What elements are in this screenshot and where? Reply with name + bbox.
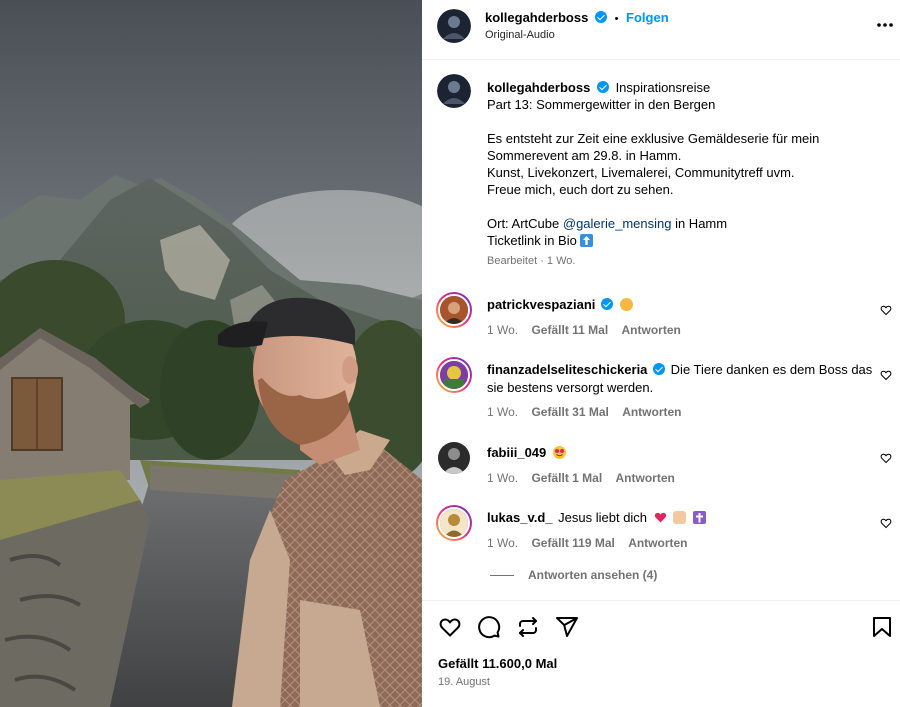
heart-eyes-emoji-icon — [552, 446, 566, 459]
comment-username[interactable]: fabiii_049 — [487, 445, 546, 460]
author-username[interactable]: kollegahderboss — [485, 10, 588, 25]
reply-button[interactable]: Antworten — [622, 323, 681, 337]
post-header: kollegahderboss • Folgen Original-Audio — [422, 0, 900, 60]
caption-line: Sommerevent am 29.8. in Hamm. — [487, 148, 682, 163]
verified-icon — [594, 11, 607, 23]
commenter-avatar[interactable] — [436, 505, 472, 541]
comment-item: fabiii_049 1 Wo. Gefällt 1 Mal Antworten — [422, 440, 900, 490]
comment-likes[interactable]: Gefällt 1 Mal — [531, 471, 602, 485]
caption-line: Ort: ArtCube — [487, 216, 563, 231]
caption-line: in Hamm — [671, 216, 728, 231]
caption-line: Part 13: Sommergewitter in den Bergen — [487, 97, 716, 112]
post-photo[interactable] — [0, 0, 422, 707]
comment-icon[interactable] — [477, 615, 501, 639]
comment-likes[interactable]: Gefällt 31 Mal — [531, 405, 608, 419]
caption-avatar[interactable] — [437, 74, 471, 108]
comment-username[interactable]: lukas_v.d_ — [487, 510, 553, 525]
caption-line: Es entsteht zur Zeit eine exklusive Gemä… — [487, 131, 820, 146]
comment-time: 1 Wo. — [487, 405, 519, 419]
caption-username[interactable]: kollegahderboss — [487, 80, 590, 95]
view-replies-line — [490, 575, 514, 576]
bookmark-icon[interactable] — [870, 615, 894, 639]
comment-time: 1 Wo. — [487, 323, 519, 337]
mention-link[interactable]: @galerie_mensing — [563, 216, 672, 231]
caption-line: Freue mich, euch dort zu sehen. — [487, 182, 674, 197]
comment-item: patrickvespaziani 1 Wo. Gefällt 11 Mal A… — [422, 292, 900, 342]
post-footer: Gefällt 11.600,0 Mal 19. August — [422, 600, 900, 707]
view-replies-label: Antworten ansehen (4) — [528, 568, 658, 582]
reply-button[interactable]: Antworten — [616, 471, 675, 485]
more-icon[interactable] — [876, 22, 894, 28]
comment-likes[interactable]: Gefällt 119 Mal — [531, 536, 614, 550]
commenter-avatar[interactable] — [436, 357, 472, 393]
share-icon[interactable] — [555, 615, 579, 639]
commenter-avatar[interactable] — [436, 292, 472, 328]
view-replies-button[interactable]: Antworten ansehen (4) — [490, 568, 657, 582]
comment-time: 1 Wo. — [487, 471, 519, 485]
caption-spacer — [487, 198, 887, 215]
repost-icon[interactable] — [516, 615, 540, 639]
post-panel: kollegahderboss • Folgen Original-Audio … — [422, 0, 900, 707]
likes-count[interactable]: Gefällt 11.600,0 Mal — [438, 656, 557, 671]
caption-spacer — [487, 113, 887, 130]
caption-line: Kunst, Livekonzert, Livemalerei, Communi… — [487, 165, 795, 180]
comment-like-heart-icon[interactable] — [880, 517, 892, 529]
comment-item: finanzadelseliteschickeria Die Tiere dan… — [422, 357, 900, 419]
comment-username[interactable]: finanzadelseliteschickeria — [487, 362, 647, 377]
comment-text: Jesus liebt dich — [558, 510, 648, 525]
heart-icon[interactable] — [438, 615, 462, 639]
caption-title: Inspirationsreise — [615, 80, 711, 95]
commenter-avatar[interactable] — [438, 442, 470, 474]
caption-line: Ticketlink in Bio — [487, 233, 577, 248]
follow-button[interactable]: Folgen — [626, 10, 669, 25]
comment-username[interactable]: patrickvespaziani — [487, 297, 595, 312]
audio-label[interactable]: Original-Audio — [485, 29, 555, 41]
author-avatar[interactable] — [437, 9, 471, 43]
verified-icon — [601, 298, 614, 310]
caption-edited: Bearbeitet · 1 Wo. — [487, 255, 576, 267]
post-image — [0, 0, 422, 707]
reply-button[interactable]: Antworten — [628, 536, 687, 550]
comment-item: lukas_v.d_ Jesus liebt dich 1 Wo. Gefäll… — [422, 505, 900, 555]
comment-like-heart-icon[interactable] — [880, 452, 892, 464]
reply-button[interactable]: Antworten — [622, 405, 681, 419]
raising-hands-emoji-icon — [619, 298, 633, 311]
separator-dot: • — [614, 13, 619, 25]
praying-hands-emoji-icon — [673, 511, 687, 524]
up-arrow-emoji-icon — [580, 234, 594, 247]
caption: kollegahderboss Inspirationsreise Part 1… — [487, 79, 887, 270]
post-date: 19. August — [438, 676, 490, 688]
latin-cross-emoji-icon — [692, 511, 706, 524]
comment-like-heart-icon[interactable] — [880, 304, 892, 316]
verified-icon — [596, 81, 609, 93]
comment-like-heart-icon[interactable] — [880, 369, 892, 381]
heart-emoji-icon — [654, 511, 667, 524]
comment-time: 1 Wo. — [487, 536, 519, 550]
verified-icon — [653, 363, 666, 375]
comment-likes[interactable]: Gefällt 11 Mal — [531, 323, 608, 337]
